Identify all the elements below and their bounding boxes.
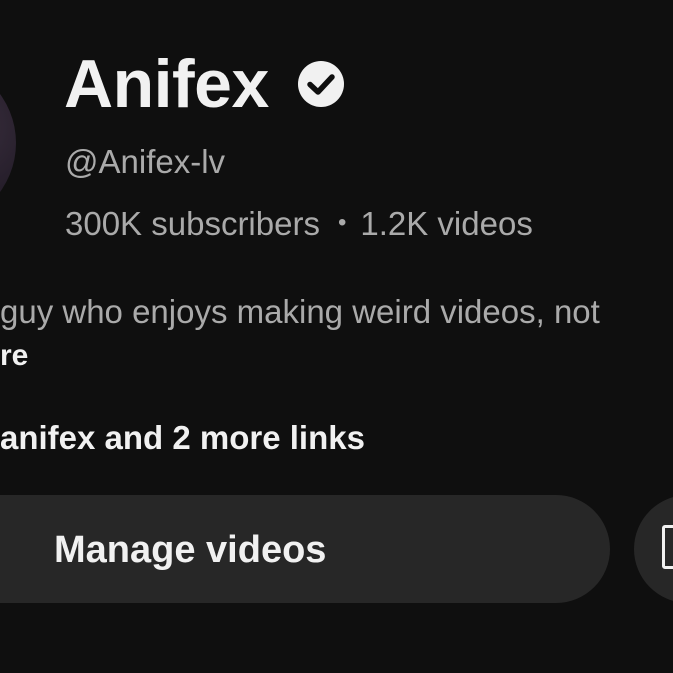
stats-separator: • <box>337 209 347 237</box>
channel-handle: @Anifex-lv <box>65 143 226 180</box>
channel-name-row: Anifex <box>64 44 345 124</box>
more-link[interactable]: re <box>0 336 28 376</box>
video-count: 1.2K videos <box>360 205 533 242</box>
secondary-action-button[interactable] <box>634 495 673 603</box>
channel-header: Anifex @Anifex-lv 300K subscribers • 1.2K … <box>0 0 673 673</box>
verified-check-icon <box>297 60 345 108</box>
channel-stats: 300K subscribers • 1.2K videos <box>65 204 533 246</box>
subscriber-count: 300K subscribers <box>65 205 320 242</box>
channel-name: Anifex <box>64 46 269 122</box>
manage-videos-label: Manage videos <box>54 529 327 571</box>
channel-links[interactable]: anifex and 2 more links <box>0 418 365 458</box>
square-outline-icon <box>662 525 673 569</box>
channel-avatar[interactable] <box>0 60 16 226</box>
channel-description[interactable]: guy who enjoys making weird videos, not <box>0 292 600 332</box>
